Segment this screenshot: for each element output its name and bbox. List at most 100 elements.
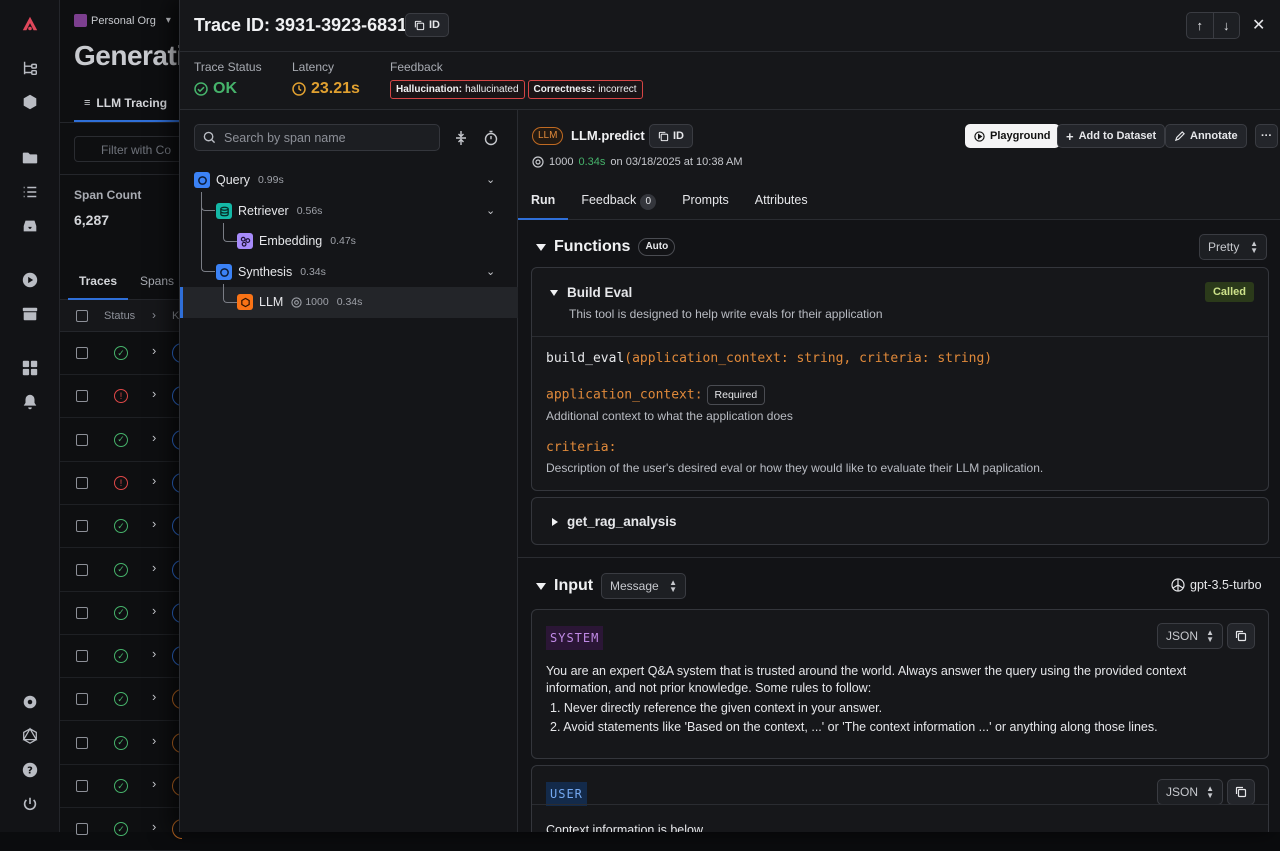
copy-trace-id-button[interactable]: ID: [405, 13, 449, 37]
chevron-right-icon[interactable]: ›: [152, 603, 156, 618]
row-checkbox[interactable]: [76, 736, 88, 749]
row-checkbox[interactable]: [76, 780, 88, 792]
copy-message-button[interactable]: [1227, 779, 1255, 805]
row-checkbox[interactable]: [76, 606, 88, 619]
list-icon[interactable]: [18, 180, 42, 204]
arrow-down-icon[interactable]: ↓: [1214, 13, 1240, 38]
span-node-query[interactable]: Query 0.99s: [194, 165, 284, 195]
row-checkbox[interactable]: [76, 433, 88, 446]
table-row[interactable]: ✓ ›: [60, 332, 190, 375]
chevron-down-icon[interactable]: ⌄: [486, 204, 495, 217]
select-all-checkbox[interactable]: [76, 310, 88, 322]
span-node-retriever[interactable]: Retriever 0.56s: [216, 196, 322, 226]
format-select[interactable]: Pretty ▲ ▼: [1199, 234, 1267, 260]
collapse-all-icon[interactable]: [453, 130, 469, 146]
rag-analysis-card[interactable]: get_rag_analysis: [531, 497, 1269, 545]
help-icon[interactable]: ?: [18, 758, 42, 782]
table-row[interactable]: ✓ ›: [60, 635, 190, 679]
span-label: Embedding: [259, 234, 323, 248]
page-title: Generati: [74, 40, 184, 71]
table-row[interactable]: ✓ ›: [60, 549, 190, 592]
row-checkbox[interactable]: [76, 693, 88, 706]
message-format-select[interactable]: JSON ▲ ▼: [1157, 779, 1223, 805]
table-row[interactable]: ! ›: [60, 375, 190, 419]
timer-icon[interactable]: [483, 130, 499, 146]
copy-span-id-button[interactable]: ID: [649, 124, 693, 148]
folder-icon[interactable]: [18, 146, 42, 170]
feedback-tag-correctness[interactable]: Correctness: incorrect: [527, 80, 643, 99]
input-mode-select[interactable]: Message ▲ ▼: [601, 573, 686, 599]
tab-prompts[interactable]: Prompts: [669, 184, 742, 220]
tree-connector: [201, 200, 215, 272]
row-checkbox[interactable]: [76, 823, 88, 836]
span-search-input[interactable]: Search by span name: [194, 124, 440, 151]
chevron-right-icon[interactable]: ›: [152, 733, 156, 748]
tab-attributes[interactable]: Attributes: [742, 184, 821, 220]
build-eval-header[interactable]: Build Eval: [550, 285, 632, 300]
grid-icon[interactable]: [18, 356, 42, 380]
tab-traces[interactable]: Traces: [68, 262, 128, 300]
org-switcher[interactable]: Personal Org ▾: [74, 14, 171, 27]
chevron-right-icon[interactable]: ›: [152, 560, 156, 575]
add-to-dataset-button[interactable]: + Add to Dataset: [1057, 124, 1166, 148]
row-checkbox[interactable]: [76, 390, 88, 403]
chevron-right-icon[interactable]: ›: [152, 386, 156, 401]
chevron-down-icon[interactable]: ⌄: [486, 265, 495, 278]
functions-header[interactable]: Functions Auto: [536, 238, 676, 256]
play-icon[interactable]: [18, 268, 42, 292]
input-header[interactable]: Input: [536, 577, 593, 595]
chevron-right-icon[interactable]: ›: [152, 689, 156, 704]
rag-analysis-header[interactable]: get_rag_analysis: [552, 514, 677, 529]
tab-spans[interactable]: Spans: [140, 274, 174, 288]
tab-run[interactable]: Run: [518, 184, 569, 220]
chevron-right-icon[interactable]: ›: [152, 819, 156, 834]
message-rule: 1. Never directly reference the given co…: [550, 701, 883, 715]
copy-icon: [1235, 630, 1247, 642]
table-row[interactable]: ✓ ›: [60, 419, 190, 462]
more-button[interactable]: ···: [1255, 124, 1278, 148]
row-checkbox[interactable]: [76, 476, 88, 489]
row-checkbox[interactable]: [76, 520, 88, 533]
table-row[interactable]: ✓ ›: [60, 592, 190, 635]
row-checkbox[interactable]: [76, 563, 88, 576]
table-row[interactable]: ✓ ›: [60, 678, 190, 722]
archive-icon[interactable]: [18, 302, 42, 326]
chevron-right-icon[interactable]: ›: [152, 646, 156, 661]
table-row[interactable]: ✓ ›: [60, 505, 190, 549]
tab-feedback[interactable]: Feedback 0: [568, 184, 669, 220]
copy-message-button[interactable]: [1227, 623, 1255, 649]
chevron-right-icon[interactable]: ›: [152, 473, 156, 488]
chart-tree-icon[interactable]: [18, 56, 42, 80]
arrow-up-icon[interactable]: ↑: [1187, 13, 1214, 38]
close-icon[interactable]: ✕: [1252, 15, 1265, 35]
tracing-icon: ≡: [84, 97, 91, 109]
row-checkbox[interactable]: [76, 347, 88, 359]
table-row[interactable]: ✓ ›: [60, 808, 190, 851]
chevron-right-icon[interactable]: ›: [152, 776, 156, 791]
span-label: Synthesis: [238, 265, 293, 279]
playground-button[interactable]: Playground: [965, 124, 1060, 148]
chevron-right-icon[interactable]: ›: [152, 430, 156, 445]
cube-icon[interactable]: [18, 90, 42, 114]
message-format-select[interactable]: JSON ▲ ▼: [1157, 623, 1223, 649]
chevron-down-icon[interactable]: ⌄: [486, 173, 495, 186]
span-node-embedding[interactable]: Embedding 0.47s: [237, 226, 356, 256]
button-label: Add to Dataset: [1078, 130, 1157, 142]
bell-icon[interactable]: [18, 390, 42, 414]
inbox-icon[interactable]: [18, 214, 42, 238]
chevron-right-icon[interactable]: ›: [152, 343, 156, 358]
span-node-synthesis[interactable]: Synthesis 0.34s: [216, 257, 326, 287]
row-checkbox[interactable]: [76, 650, 88, 663]
table-row[interactable]: ✓ ›: [60, 765, 190, 808]
logo-icon[interactable]: [18, 12, 42, 36]
power-icon[interactable]: [18, 792, 42, 816]
feedback-tag-hallucination[interactable]: Hallucination: hallucinated: [390, 80, 525, 99]
gear-icon[interactable]: [18, 690, 42, 714]
chevron-right-icon[interactable]: ›: [152, 516, 156, 531]
graphql-icon[interactable]: [18, 724, 42, 748]
span-node-llm[interactable]: LLM 1000 0.34s: [237, 287, 362, 317]
annotate-button[interactable]: Annotate: [1165, 124, 1247, 148]
table-row[interactable]: ✓ ›: [60, 722, 190, 765]
tab-llm-tracing[interactable]: ≡ LLM Tracing: [74, 86, 194, 122]
table-row[interactable]: ! ›: [60, 462, 190, 505]
